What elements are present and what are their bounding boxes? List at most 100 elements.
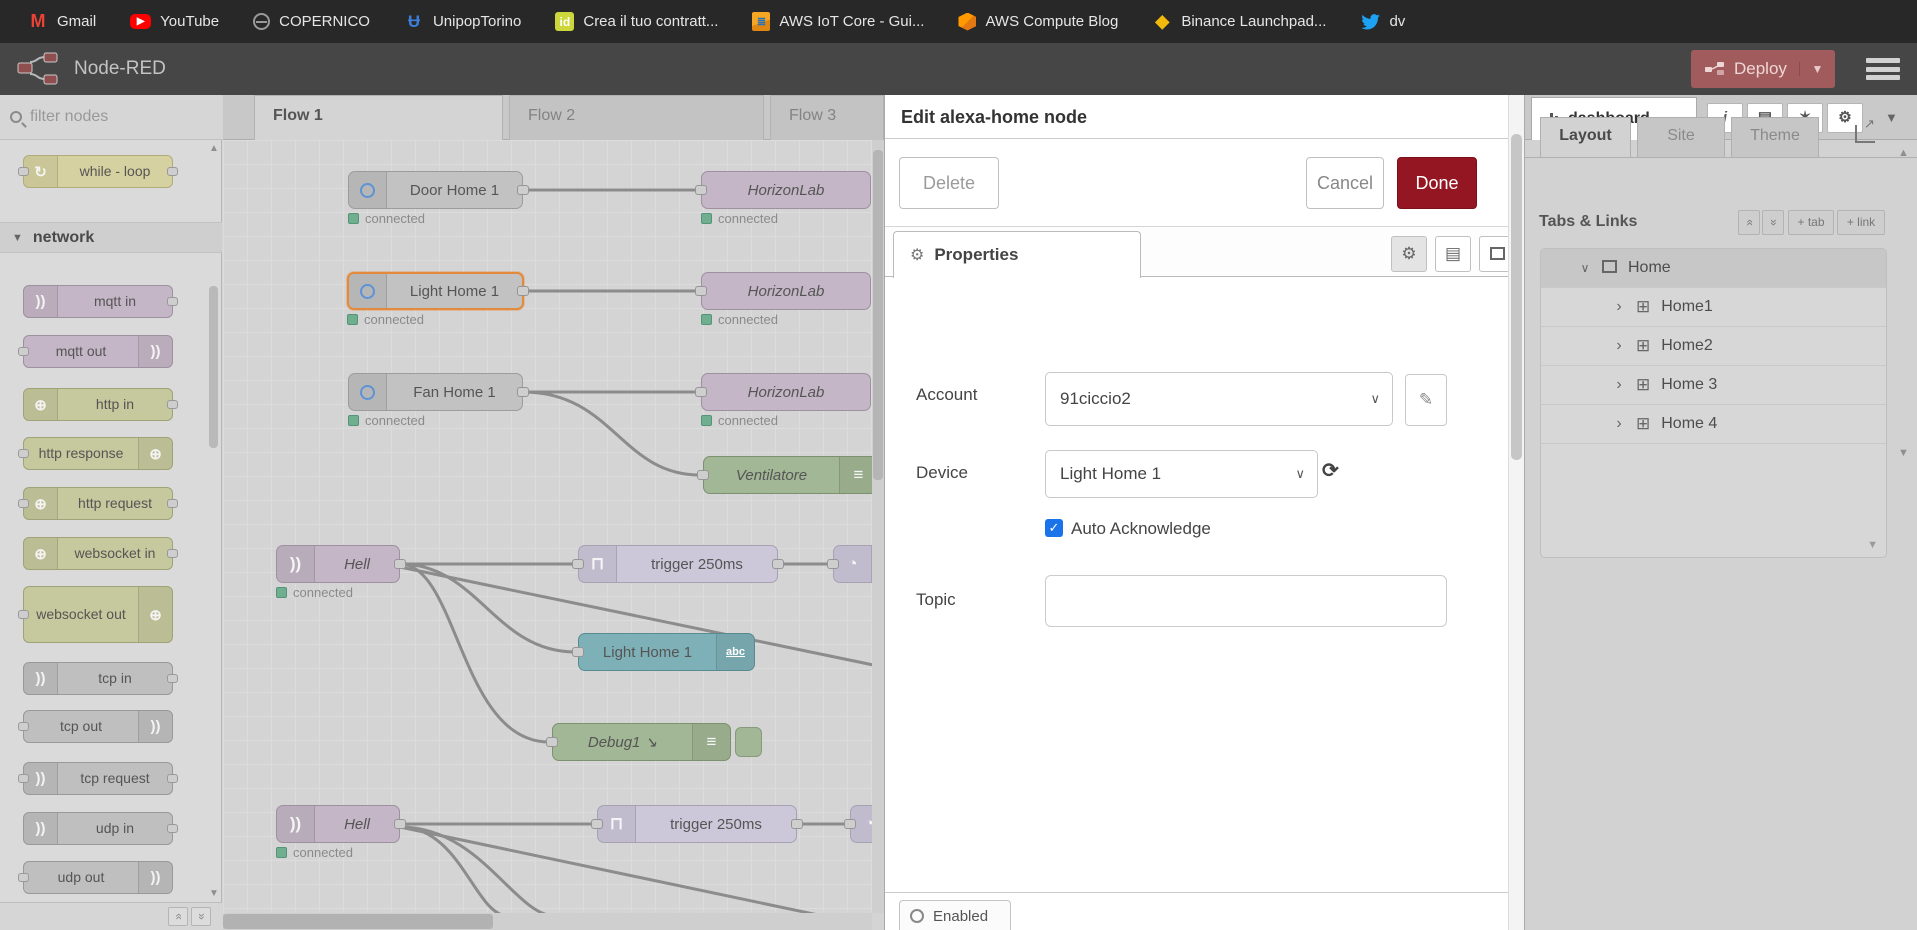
- flow-node-horizonlab-2[interactable]: HorizonLab: [701, 272, 871, 310]
- input-port[interactable]: [591, 819, 603, 829]
- output-port[interactable]: [791, 819, 803, 829]
- add-tab-button[interactable]: + tab: [1788, 210, 1834, 235]
- flow-node-trigger-250ms-1[interactable]: ⊓trigger 250ms: [578, 545, 778, 583]
- output-port[interactable]: [167, 674, 178, 683]
- chevron-down-icon[interactable]: ∨: [1579, 261, 1591, 275]
- debug-enable-toggle[interactable]: [735, 727, 762, 757]
- output-port[interactable]: [167, 499, 178, 508]
- flow-node-light-home-1-ui[interactable]: Light Home 1abc: [578, 633, 755, 671]
- palette-category-network[interactable]: ▼network: [0, 222, 222, 253]
- flow-tab-flow-1[interactable]: Flow 1: [254, 95, 503, 141]
- edit-account-button[interactable]: ✎: [1405, 374, 1447, 426]
- bookmark-youtube[interactable]: ▶YouTube: [116, 0, 233, 43]
- cancel-button[interactable]: Cancel: [1306, 157, 1384, 209]
- palette-scrollbar-thumb[interactable]: [209, 286, 218, 448]
- input-port[interactable]: [695, 286, 707, 296]
- move-up-button[interactable]: »: [1738, 210, 1760, 235]
- output-port[interactable]: [517, 185, 529, 195]
- input-port[interactable]: [844, 819, 856, 829]
- main-menu-button[interactable]: [1866, 56, 1900, 82]
- bookmark-binance-launchpad-[interactable]: ◆Binance Launchpad...: [1138, 0, 1340, 43]
- input-port[interactable]: [695, 185, 707, 195]
- sidebar-tab-site[interactable]: Site: [1637, 117, 1725, 158]
- sidebar-menu-caret[interactable]: ▼: [1885, 110, 1898, 125]
- add-link-button[interactable]: + link: [1837, 210, 1885, 235]
- tree-item-home1[interactable]: ›⊞Home1: [1541, 288, 1886, 327]
- wire-6[interactable]: [400, 564, 549, 742]
- move-down-button[interactable]: »: [1762, 210, 1784, 235]
- bookmark-aws-iot-core-gui-[interactable]: ≣AWS IoT Core - Gui...: [738, 0, 938, 43]
- canvas-horizontal-scrollbar[interactable]: [223, 913, 872, 930]
- palette-node-websocket-in[interactable]: ⊕websocket in: [23, 537, 173, 570]
- palette-node-udp-out[interactable]: udp out)): [23, 861, 173, 894]
- input-port[interactable]: [18, 347, 29, 356]
- output-port[interactable]: [517, 387, 529, 397]
- flow-node-hell-1[interactable]: ))Hell: [276, 545, 400, 583]
- output-port[interactable]: [167, 824, 178, 833]
- palette-node-while-loop[interactable]: ↻while - loop: [23, 155, 173, 188]
- palette-node-tcp-request[interactable]: ))tcp request: [23, 762, 173, 795]
- palette-node-mqtt-in[interactable]: ))mqtt in: [23, 285, 173, 318]
- flow-tab-flow-3[interactable]: Flow 3: [770, 95, 884, 140]
- bookmark-gmail[interactable]: MGmail: [14, 0, 110, 43]
- flow-node-trigger-250ms-2[interactable]: ⊓trigger 250ms: [597, 805, 797, 843]
- deploy-button[interactable]: Deploy ▼: [1691, 50, 1835, 88]
- input-port[interactable]: [827, 559, 839, 569]
- refresh-devices-icon[interactable]: ⟳: [1322, 458, 1339, 483]
- sidebar-tab-theme[interactable]: Theme: [1731, 117, 1819, 158]
- device-select[interactable]: Light Home 1 ∨: [1045, 450, 1318, 498]
- output-port[interactable]: [394, 559, 406, 569]
- palette-scroll-down-icon[interactable]: ▼: [209, 888, 219, 899]
- flow-node-fan-home-1[interactable]: Fan Home 1: [348, 373, 523, 411]
- input-port[interactable]: [18, 167, 29, 176]
- node-settings-button[interactable]: ⚙: [1391, 236, 1427, 272]
- palette-node-tcp-in[interactable]: ))tcp in: [23, 662, 173, 695]
- bookmark-aws-compute-blog[interactable]: AWS Compute Blog: [944, 0, 1132, 43]
- input-port[interactable]: [18, 499, 29, 508]
- input-port[interactable]: [18, 774, 29, 783]
- palette-node-tcp-out[interactable]: tcp out)): [23, 710, 173, 743]
- bookmark-unipoptorino[interactable]: ɄUnipopTorino: [390, 0, 535, 43]
- sidebar-scroll-up-icon[interactable]: ▲: [1898, 147, 1909, 159]
- sidebar-tab-layout[interactable]: Layout: [1540, 117, 1631, 158]
- chevron-right-icon[interactable]: ›: [1613, 337, 1625, 355]
- palette-search[interactable]: [0, 95, 222, 140]
- flow-node-horizonlab-3[interactable]: HorizonLab: [701, 373, 871, 411]
- input-port[interactable]: [697, 470, 709, 480]
- output-port[interactable]: [167, 297, 178, 306]
- flow-node-horizonlab-1[interactable]: HorizonLab: [701, 171, 871, 209]
- topic-input[interactable]: [1045, 575, 1447, 627]
- tree-scroll-down-icon[interactable]: ▼: [1867, 539, 1878, 551]
- flow-tab-flow-2[interactable]: Flow 2: [509, 95, 764, 140]
- chevron-right-icon[interactable]: ›: [1613, 376, 1625, 394]
- flow-node-ventilatore[interactable]: Ventilatore≡: [703, 456, 878, 494]
- palette-scroll-up-icon[interactable]: ▲: [209, 143, 219, 154]
- input-port[interactable]: [572, 559, 584, 569]
- deploy-options-caret[interactable]: ▼: [1799, 62, 1835, 76]
- palette-node-http-response[interactable]: http response⊕: [23, 437, 173, 470]
- input-port[interactable]: [695, 387, 707, 397]
- output-port[interactable]: [394, 819, 406, 829]
- input-port[interactable]: [18, 610, 29, 619]
- edit-panel-scrollbar[interactable]: [1508, 95, 1524, 930]
- palette-filter-input[interactable]: [30, 108, 200, 126]
- tree-item-home2[interactable]: ›⊞Home2: [1541, 327, 1886, 366]
- tree-item-home[interactable]: ∨Home: [1541, 249, 1886, 288]
- chevron-right-icon[interactable]: ›: [1613, 298, 1625, 316]
- chevron-right-icon[interactable]: ›: [1613, 415, 1625, 433]
- delete-button[interactable]: Delete: [899, 157, 999, 209]
- tab-properties[interactable]: ⚙ Properties: [893, 231, 1141, 278]
- flow-node-debug1[interactable]: Debug1 ↘≡: [552, 723, 731, 761]
- palette-node-http-in[interactable]: ⊕http in: [23, 388, 173, 421]
- output-port[interactable]: [167, 400, 178, 409]
- input-port[interactable]: [18, 722, 29, 731]
- input-port[interactable]: [18, 873, 29, 882]
- palette-scrollbar[interactable]: ▲ ▼: [207, 141, 220, 901]
- canvas-vertical-scrollbar[interactable]: [872, 140, 884, 913]
- tree-item-home-4[interactable]: ›⊞Home 4: [1541, 405, 1886, 444]
- account-select[interactable]: 91ciccio2 ∨: [1045, 372, 1393, 426]
- flow-node-hell-2[interactable]: ))Hell: [276, 805, 400, 843]
- output-port[interactable]: [167, 167, 178, 176]
- output-port[interactable]: [167, 774, 178, 783]
- palette-node-mqtt-out[interactable]: mqtt out)): [23, 335, 173, 368]
